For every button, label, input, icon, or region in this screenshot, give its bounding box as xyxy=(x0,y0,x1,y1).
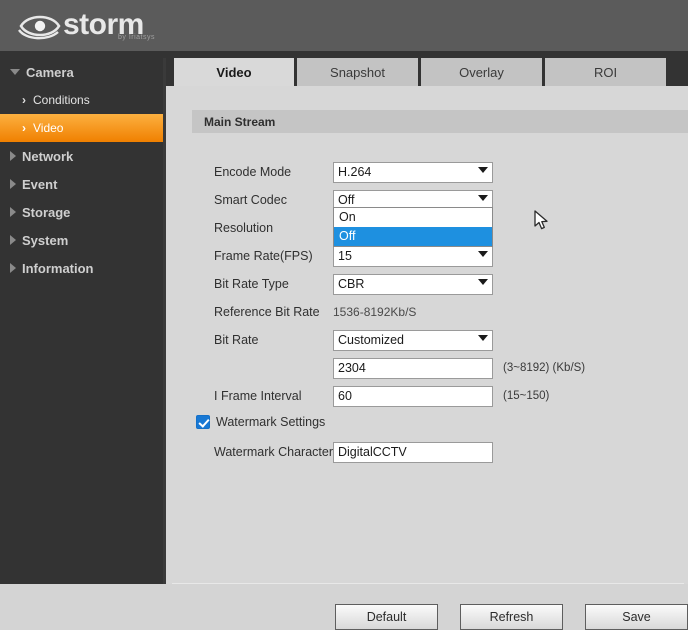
smart-codec-dropdown-list[interactable]: On Off xyxy=(333,207,493,247)
caret-right-icon xyxy=(10,235,16,245)
brand-logo: storm by Iriatsys xyxy=(18,6,168,46)
tab-overlay[interactable]: Overlay xyxy=(421,58,545,86)
encode-mode-control: H.264 xyxy=(333,161,493,183)
main-content: Video Snapshot Overlay ROI Main Stream E… xyxy=(163,58,688,630)
bit-rate-control: Customized xyxy=(333,329,493,351)
chevron-right-icon: › xyxy=(22,93,26,107)
sidebar-item-label: Video xyxy=(33,121,64,135)
label-reference-bit-rate: Reference Bit Rate xyxy=(214,305,320,319)
row-watermark-character: Watermark Character xyxy=(166,438,688,466)
sidebar-item-label: Storage xyxy=(22,204,71,220)
label-frame-rate: Frame Rate(FPS) xyxy=(214,249,313,263)
sidebar-item-label: Conditions xyxy=(33,93,90,107)
sidebar-item-event[interactable]: Event xyxy=(0,170,163,198)
sidebar-item-network[interactable]: Network xyxy=(0,142,163,170)
label-i-frame-interval: I Frame Interval xyxy=(214,389,302,403)
brand-subtitle: by Iriatsys xyxy=(118,34,156,41)
caret-right-icon xyxy=(10,151,16,161)
tab-snapshot[interactable]: Snapshot xyxy=(297,58,421,86)
sidebar-item-information[interactable]: Information xyxy=(0,254,163,282)
row-bit-rate-custom: (3~8192) (Kb/S) xyxy=(166,354,688,382)
sidebar-item-conditions[interactable]: › Conditions xyxy=(0,86,163,114)
sidebar-item-label: Network xyxy=(22,148,74,164)
i-frame-interval-control xyxy=(333,385,493,407)
tab-video[interactable]: Video xyxy=(174,58,297,86)
video-settings-form: Encode Mode H.264 Smart Codec Off Resolu… xyxy=(166,158,688,630)
caret-right-icon xyxy=(10,207,16,217)
sidebar-item-label: System xyxy=(22,232,69,248)
row-reference-bit-rate: Reference Bit Rate 1536-8192Kb/S xyxy=(166,298,688,326)
caret-down-icon xyxy=(10,69,20,75)
bit-rate-custom-input[interactable] xyxy=(333,357,493,379)
bit-rate-custom-hint: (3~8192) (Kb/S) xyxy=(503,362,586,374)
header-divider xyxy=(0,51,688,58)
reference-bit-rate-value: 1536-8192Kb/S xyxy=(333,304,417,319)
row-bit-rate: Bit Rate Customized xyxy=(166,326,688,354)
watermark-character-control xyxy=(333,441,493,463)
section-header-main-stream: Main Stream xyxy=(192,110,688,133)
bit-rate-type-select[interactable]: CBR xyxy=(333,273,493,295)
sidebar-item-camera[interactable]: Camera xyxy=(0,58,163,86)
frame-rate-control: 15 xyxy=(333,245,493,267)
i-frame-interval-hint: (15~150) xyxy=(503,390,550,402)
chevron-right-icon: › xyxy=(22,121,26,135)
row-watermark-settings: Watermark Settings xyxy=(166,410,688,438)
tab-roi[interactable]: ROI xyxy=(545,58,669,86)
default-button[interactable]: Default xyxy=(335,604,438,630)
sidebar-item-video[interactable]: › Video xyxy=(0,114,163,142)
label-smart-codec: Smart Codec xyxy=(214,193,287,207)
row-i-frame-interval: I Frame Interval (15~150) xyxy=(166,382,688,410)
bit-rate-type-control: CBR xyxy=(333,273,493,295)
sidebar-item-storage[interactable]: Storage xyxy=(0,198,163,226)
sidebar-item-label: Event xyxy=(22,176,58,192)
dropdown-option-on[interactable]: On xyxy=(334,208,492,227)
encode-mode-select[interactable]: H.264 xyxy=(333,161,493,183)
bit-rate-select[interactable]: Customized xyxy=(333,329,493,351)
label-bit-rate: Bit Rate xyxy=(214,333,259,347)
label-watermark-settings: Watermark Settings xyxy=(216,415,326,429)
eye-logo-icon xyxy=(18,15,61,40)
sidebar-nav: Camera › Conditions › Video Network Even… xyxy=(0,58,163,584)
label-watermark-character: Watermark Character xyxy=(214,445,334,459)
i-frame-interval-input[interactable] xyxy=(333,385,493,407)
sidebar-item-label: Information xyxy=(22,260,94,276)
dropdown-option-off[interactable]: Off xyxy=(334,227,492,246)
label-bit-rate-type: Bit Rate Type xyxy=(214,277,289,291)
save-button[interactable]: Save xyxy=(585,604,688,630)
app-header: storm by Iriatsys xyxy=(0,0,688,51)
bit-rate-custom-control xyxy=(333,357,493,379)
tab-bar: Video Snapshot Overlay ROI xyxy=(166,58,688,86)
row-bit-rate-type: Bit Rate Type CBR xyxy=(166,270,688,298)
sidebar-item-system[interactable]: System xyxy=(0,226,163,254)
caret-right-icon xyxy=(10,179,16,189)
label-resolution: Resolution xyxy=(214,221,274,235)
caret-right-icon xyxy=(10,263,16,273)
frame-rate-select[interactable]: 15 xyxy=(333,245,493,267)
action-buttons: Default Refresh Save xyxy=(166,604,688,630)
refresh-button[interactable]: Refresh xyxy=(460,604,563,630)
watermark-settings-checkbox[interactable] xyxy=(196,415,210,429)
label-encode-mode: Encode Mode xyxy=(214,165,292,179)
sidebar-item-label: Camera xyxy=(26,64,74,80)
watermark-character-input[interactable] xyxy=(333,441,493,463)
row-encode-mode: Encode Mode H.264 xyxy=(166,158,688,186)
